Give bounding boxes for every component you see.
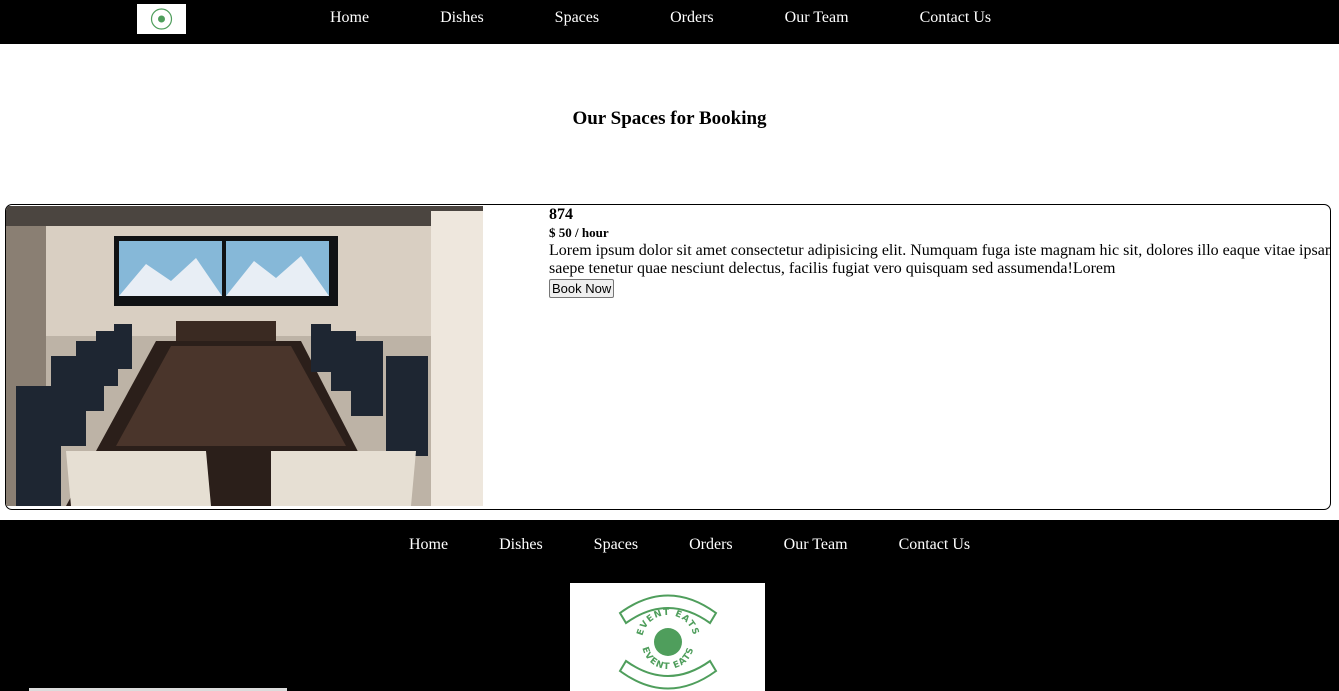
book-now-button[interactable]: Book Now: [549, 279, 615, 298]
nav-our-team-link[interactable]: Our Team: [785, 9, 849, 27]
space-info: 874 $ 50 / hour Lorem ipsum dolor sit am…: [549, 206, 1331, 298]
footer-home-link[interactable]: Home: [409, 536, 448, 554]
space-price: $ 50 / hour: [549, 225, 609, 240]
nav-dishes-link[interactable]: Dishes: [440, 9, 484, 27]
space-description: Lorem ipsum dolor sit amet consectetur a…: [549, 242, 1331, 277]
nav-spaces-link[interactable]: Spaces: [555, 9, 599, 27]
space-card: 874 $ 50 / hour Lorem ipsum dolor sit am…: [5, 204, 1331, 510]
footer-contact-us-link[interactable]: Contact Us: [899, 536, 971, 554]
nav-contact-us-link[interactable]: Contact Us: [920, 9, 992, 27]
footer-orders-link[interactable]: Orders: [689, 536, 733, 554]
footer-logo: EVENT EATS EVENT EATS: [570, 583, 765, 691]
footer: Home Dishes Spaces Orders Our Team Conta…: [0, 520, 1339, 691]
nav-orders-link[interactable]: Orders: [670, 9, 714, 27]
page-title: Our Spaces for Booking: [572, 108, 767, 129]
nav-home-link[interactable]: Home: [330, 9, 369, 27]
site-logo[interactable]: [137, 4, 186, 34]
top-navbar: Home Dishes Spaces Orders Our Team Conta…: [0, 0, 1339, 44]
footer-our-team-link[interactable]: Our Team: [784, 536, 848, 554]
top-nav-links: Home Dishes Spaces Orders Our Team Conta…: [330, 9, 991, 27]
conference-room-photo: [6, 206, 483, 506]
footer-nav-links: Home Dishes Spaces Orders Our Team Conta…: [409, 536, 970, 554]
footer-dishes-link[interactable]: Dishes: [499, 536, 543, 554]
footer-spaces-link[interactable]: Spaces: [594, 536, 638, 554]
space-name: 874: [549, 206, 573, 223]
